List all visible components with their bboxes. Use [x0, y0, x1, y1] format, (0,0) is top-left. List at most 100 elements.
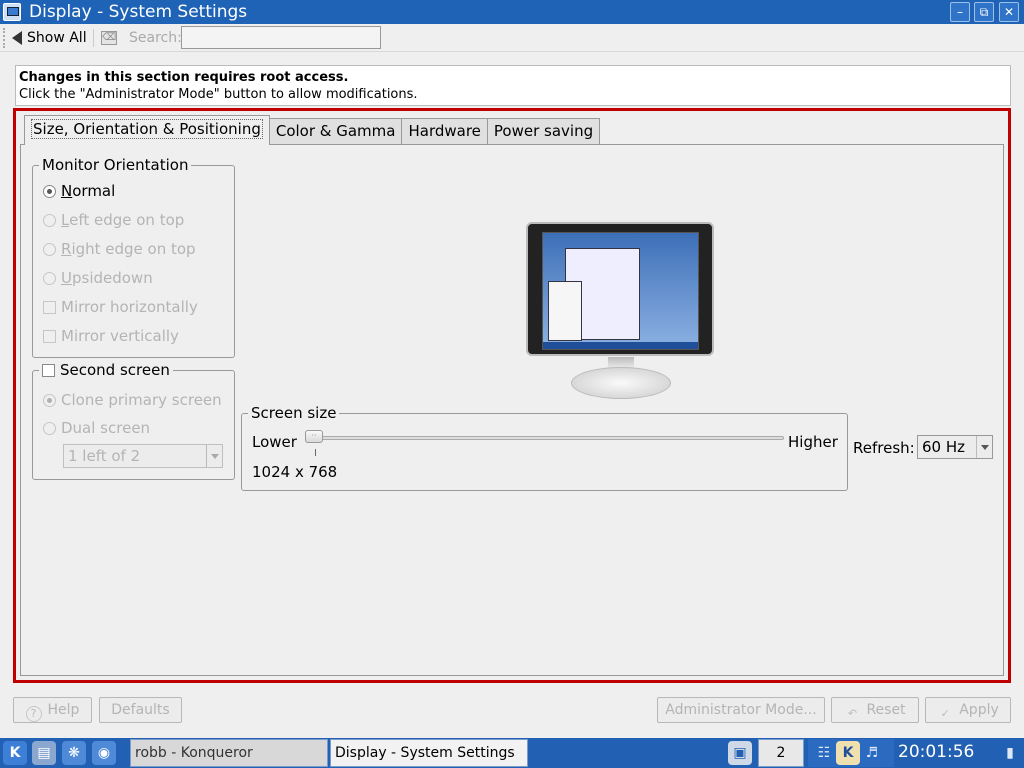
refresh-rate-select[interactable]: 60 Hz	[917, 435, 993, 459]
slider-higher-label: Higher	[788, 433, 838, 451]
monitor-screen	[542, 232, 699, 350]
task-label: robb - Konqueror	[135, 745, 253, 761]
title-bar[interactable]: Display - System Settings – ⧉ ✕	[0, 0, 1024, 24]
screen-size-group: Screen size Lower ·· Higher 1024 x 768	[241, 404, 848, 491]
screen-size-slider-handle[interactable]: ··	[305, 430, 323, 443]
second-screen-checkbox[interactable]: Second screen	[39, 361, 173, 379]
clear-search-icon[interactable]: ⌫	[101, 31, 117, 45]
option-label: Right edge on top	[61, 240, 196, 258]
refresh-label: Refresh:	[853, 439, 915, 457]
button-label: Help	[47, 702, 80, 718]
radio-indicator[interactable]	[43, 393, 56, 407]
tab-size-orientation[interactable]: Size, Orientation & Positioning	[24, 115, 270, 145]
checkbox-indicator[interactable]	[43, 300, 56, 314]
konqueror-icon[interactable]: ❋	[62, 741, 86, 765]
reset-button[interactable]: ↶ Reset	[831, 697, 919, 723]
minimize-button[interactable]: –	[950, 2, 970, 22]
notice-text: Click the "Administrator Mode" button to…	[19, 87, 418, 102]
help-button[interactable]: ? Help	[13, 697, 92, 723]
maximize-button[interactable]: ⧉	[974, 2, 994, 22]
mirror-horizontally-checkbox[interactable]: Mirror horizontally	[43, 298, 198, 316]
monitor-orientation-group: Monitor Orientation Normal Left edge on …	[32, 156, 235, 358]
kde-menu-icon[interactable]: K	[3, 741, 27, 765]
option-label: Left edge on top	[61, 211, 185, 229]
defaults-button[interactable]: Defaults	[99, 697, 182, 723]
volume-icon[interactable]: ♬	[860, 741, 884, 765]
toolbar: Show All ⌫ Search:	[0, 24, 1024, 52]
show-all-button[interactable]: Show All	[12, 28, 87, 48]
orientation-upsidedown-radio[interactable]: Upsidedown	[43, 269, 153, 287]
task-konqueror[interactable]: robb - Konqueror	[130, 739, 328, 767]
desktop-pager[interactable]: 2	[758, 739, 804, 767]
preview-sidebar-window	[548, 281, 582, 341]
radio-indicator[interactable]	[43, 213, 56, 227]
radio-indicator[interactable]	[43, 242, 56, 256]
monitor-bezel	[526, 222, 714, 356]
show-all-label: Show All	[27, 30, 87, 46]
radio-indicator[interactable]	[43, 421, 56, 435]
clock[interactable]: 20:01:56	[898, 742, 974, 762]
current-resolution: 1024 x 768	[252, 463, 338, 481]
group-title: Screen size	[248, 404, 340, 422]
checkbox-indicator[interactable]	[42, 363, 55, 377]
checkmark-icon: ✓	[940, 707, 950, 720]
task-label: Display - System Settings	[335, 745, 515, 761]
display-settings-icon[interactable]	[3, 3, 21, 21]
radio-indicator[interactable]	[43, 184, 56, 198]
option-label: Clone primary screen	[61, 391, 222, 409]
option-label: Dual screen	[61, 419, 151, 437]
button-label: Reset	[866, 702, 906, 718]
network-icon[interactable]: ☷	[812, 741, 836, 765]
klipper-icon[interactable]: K	[836, 741, 860, 765]
dual-screen-radio[interactable]: Dual screen	[43, 419, 150, 437]
monitor-stand	[571, 367, 671, 399]
home-folder-icon[interactable]: ▤	[32, 741, 56, 765]
preview-taskbar	[543, 342, 698, 349]
tab-color-gamma[interactable]: Color & Gamma	[268, 118, 403, 145]
button-label: Administrator Mode...	[665, 702, 817, 718]
orientation-right-edge-radio[interactable]: Right edge on top	[43, 240, 196, 258]
tab-hardware[interactable]: Hardware	[401, 118, 488, 145]
orientation-normal-radio[interactable]: Normal	[43, 182, 115, 200]
module-frame: Size, Orientation & Positioning Color & …	[13, 108, 1011, 683]
option-label: Upsidedown	[61, 269, 153, 287]
close-button[interactable]: ✕	[999, 2, 1019, 22]
tab-label: Size, Orientation & Positioning	[31, 119, 263, 139]
show-desktop-icon[interactable]: ▣	[728, 741, 752, 765]
web-browser-icon[interactable]: ◉	[92, 741, 116, 765]
root-access-notice: Changes in this section requires root ac…	[15, 65, 1011, 106]
clone-primary-screen-radio[interactable]: Clone primary screen	[43, 391, 222, 409]
window-title: Display - System Settings	[29, 2, 248, 22]
monitor-preview-image	[526, 222, 716, 402]
help-icon: ?	[25, 706, 42, 722]
tab-bar: Size, Orientation & Positioning Color & …	[24, 115, 601, 145]
chevron-down-icon[interactable]	[206, 445, 222, 467]
administrator-mode-button[interactable]: Administrator Mode...	[657, 697, 825, 723]
button-label: Defaults	[111, 702, 170, 718]
toolbar-grip[interactable]	[3, 28, 7, 48]
tab-label: Power saving	[493, 122, 594, 140]
option-label: Mirror vertically	[61, 327, 179, 345]
checkbox-indicator[interactable]	[43, 329, 56, 343]
back-arrow-icon	[12, 31, 22, 45]
mirror-vertically-checkbox[interactable]: Mirror vertically	[43, 327, 179, 345]
second-screen-group: Second screen Clone primary screen Dual …	[32, 361, 235, 480]
search-input[interactable]	[181, 26, 381, 49]
tab-pane: Monitor Orientation Normal Left edge on …	[20, 144, 1004, 676]
radio-indicator[interactable]	[43, 271, 56, 285]
orientation-left-edge-radio[interactable]: Left edge on top	[43, 211, 184, 229]
option-label: Normal	[61, 182, 116, 200]
pager-label: 2	[776, 745, 786, 761]
notice-heading: Changes in this section requires root ac…	[19, 70, 349, 85]
screen-position-select[interactable]: 1 left of 2	[63, 444, 223, 468]
button-label: Apply	[959, 702, 999, 718]
tab-power-saving[interactable]: Power saving	[486, 118, 601, 145]
tab-label: Color & Gamma	[275, 122, 396, 140]
apply-button[interactable]: ✓ Apply	[925, 697, 1011, 723]
screen-size-slider-track[interactable]	[312, 436, 784, 440]
task-display-settings[interactable]: Display - System Settings	[330, 739, 528, 767]
slider-tick	[315, 449, 316, 456]
select-value: 60 Hz	[922, 438, 966, 456]
chevron-down-icon[interactable]	[976, 436, 992, 458]
battery-icon[interactable]: ▮	[998, 741, 1022, 765]
